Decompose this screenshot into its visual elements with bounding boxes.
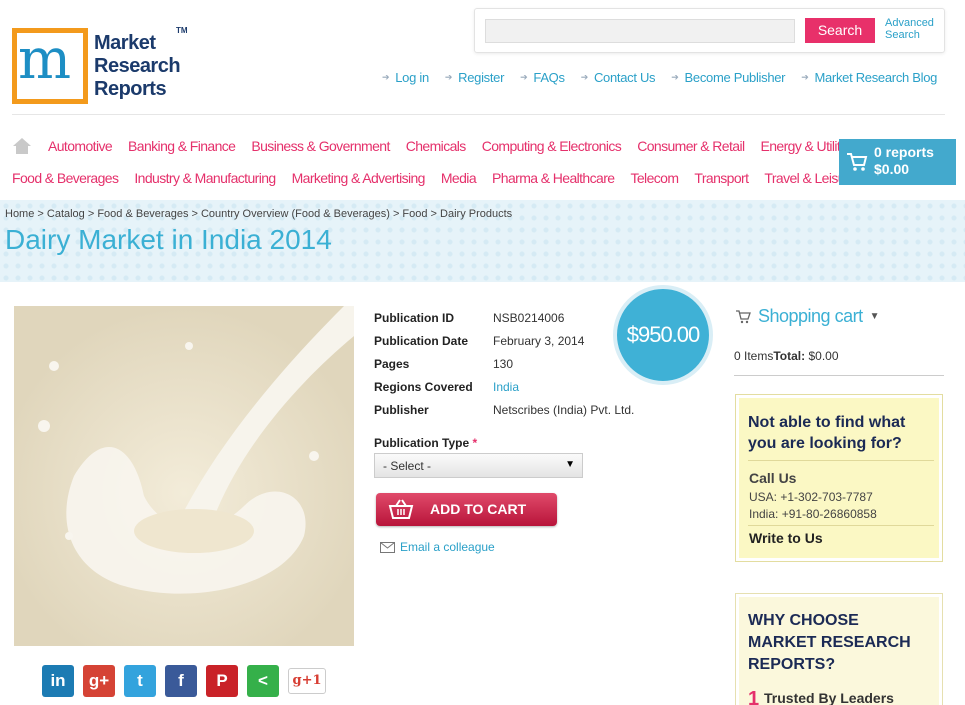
price-badge: $950.00 <box>613 285 713 385</box>
arrow-icon: ➔ <box>671 72 679 82</box>
product-details: Publication ID NSB0214006 Publication Da… <box>374 306 634 421</box>
category-business-government[interactable]: Business & Government <box>251 138 390 154</box>
become-publisher-link[interactable]: ➔ Become Publisher <box>671 70 785 85</box>
blog-link[interactable]: ➔ Market Research Blog <box>801 70 937 85</box>
publication-type-select[interactable]: - Select - ▼ <box>374 453 583 478</box>
site-logo[interactable]: m Market Research Reports TM <box>12 26 188 104</box>
category-pharma-healthcare[interactable]: Pharma & Healthcare <box>492 170 615 186</box>
category-consumer-retail[interactable]: Consumer & Retail <box>637 138 745 154</box>
why-choose-heading: WHY CHOOSE MARKET RESEARCH REPORTS? <box>748 612 911 673</box>
logo-text: Market Research Reports <box>94 31 181 100</box>
facebook-icon[interactable]: f <box>165 665 197 697</box>
social-share-bar: in g+ t f P < g+1 <box>42 665 335 697</box>
detail-publisher: Publisher Netscribes (India) Pvt. Ltd. <box>374 402 635 417</box>
india-phone: India: +91-80-26860858 <box>749 507 877 521</box>
category-transport[interactable]: Transport <box>694 170 749 186</box>
pinterest-icon[interactable]: P <box>206 665 238 697</box>
email-colleague-link[interactable]: Email a colleague <box>380 540 495 554</box>
arrow-icon: ➔ <box>382 72 390 82</box>
category-banking-finance[interactable]: Banking & Finance <box>128 138 236 154</box>
search-button[interactable]: Search <box>805 18 875 43</box>
arrow-icon: ➔ <box>580 72 589 82</box>
category-media[interactable]: Media <box>441 170 477 186</box>
category-industry-manufacturing[interactable]: Industry & Manufacturing <box>134 170 276 186</box>
chevron-down-icon: ▼ <box>565 459 575 470</box>
search-input[interactable] <box>485 19 795 43</box>
category-food-beverages[interactable]: Food & Beverages <box>12 170 119 186</box>
logo-mark: m <box>12 28 88 104</box>
detail-pages: Pages 130 <box>374 356 514 371</box>
linkedin-icon[interactable]: in <box>42 665 74 697</box>
login-link[interactable]: ➔ Log in <box>382 70 429 85</box>
detail-publication-date: Publication Date February 3, 2014 <box>374 333 585 348</box>
usa-phone: USA: +1-302-703-7787 <box>749 490 873 504</box>
cart-total: $0.00 <box>874 161 910 177</box>
category-marketing-advertising[interactable]: Marketing & Advertising <box>292 170 426 186</box>
search-bar: Search Advanced Search <box>474 8 945 53</box>
envelope-icon <box>380 541 395 553</box>
write-to-us-link[interactable]: Write to Us <box>749 530 823 546</box>
category-computing-electronics[interactable]: Computing & Electronics <box>482 138 622 154</box>
detail-regions: Regions Covered India <box>374 379 520 394</box>
cart-summary: 0 ItemsTotal: $0.00 <box>734 349 839 363</box>
top-nav: ➔ Log in ➔ Register ➔ FAQs ➔ Contact Us ➔ Bec… <box>382 70 937 85</box>
trademark-mark: TM <box>176 26 188 35</box>
call-us-heading: Call Us <box>749 470 797 486</box>
reason-trusted-by-leaders: Trusted By Leaders <box>764 690 894 705</box>
why-choose-box: WHY CHOOSE MARKET RESEARCH REPORTS? 1 Tr… <box>735 593 943 705</box>
cart-icon <box>736 309 751 323</box>
shopping-cart-heading[interactable]: Shopping cart ▼ <box>735 306 880 327</box>
cart-icon <box>847 153 868 171</box>
home-icon[interactable] <box>12 137 32 155</box>
register-link[interactable]: ➔ Register <box>444 70 505 85</box>
googleplus-icon[interactable]: g+ <box>83 665 115 697</box>
publication-type-label: Publication Type * <box>374 436 478 450</box>
cart-report-count: 0 reports <box>874 144 934 160</box>
chevron-down-icon: ▼ <box>869 311 880 322</box>
basket-icon <box>388 499 414 519</box>
faqs-link[interactable]: ➔ FAQs <box>520 70 565 85</box>
share-icon[interactable]: < <box>247 665 279 697</box>
category-nav-row1: Automotive Banking & Finance Business & … <box>48 138 857 154</box>
region-link[interactable]: India <box>493 380 519 394</box>
add-to-cart-button[interactable]: ADD TO CART <box>376 493 557 526</box>
help-box: Not able to find what you are looking fo… <box>735 394 943 562</box>
contact-us-link[interactable]: ➔ Contact Us <box>581 70 656 85</box>
header-divider <box>12 114 945 115</box>
twitter-icon[interactable]: t <box>124 665 156 697</box>
help-question: Not able to find what you are looking fo… <box>748 414 906 452</box>
detail-publication-id: Publication ID NSB0214006 <box>374 310 565 325</box>
page-title: Dairy Market in India 2014 <box>5 224 332 255</box>
product-image <box>14 306 354 646</box>
reason-number: 1 <box>748 688 760 705</box>
category-automotive[interactable]: Automotive <box>48 138 113 154</box>
google-plus-one-button[interactable]: g+1 <box>288 668 326 694</box>
arrow-icon: ➔ <box>801 72 809 82</box>
arrow-icon: ➔ <box>444 72 453 82</box>
breadcrumb[interactable]: Home > Catalog > Food & Beverages > Coun… <box>5 208 512 220</box>
advanced-search-link[interactable]: Advanced Search <box>885 17 934 41</box>
arrow-icon: ➔ <box>520 72 528 82</box>
category-telecom[interactable]: Telecom <box>630 170 679 186</box>
category-nav-row2: Food & Beverages Industry & Manufacturin… <box>12 170 857 186</box>
category-chemicals[interactable]: Chemicals <box>406 138 467 154</box>
header-cart-button[interactable]: 0 reports $0.00 <box>839 139 956 185</box>
sidebar-divider <box>734 375 944 376</box>
